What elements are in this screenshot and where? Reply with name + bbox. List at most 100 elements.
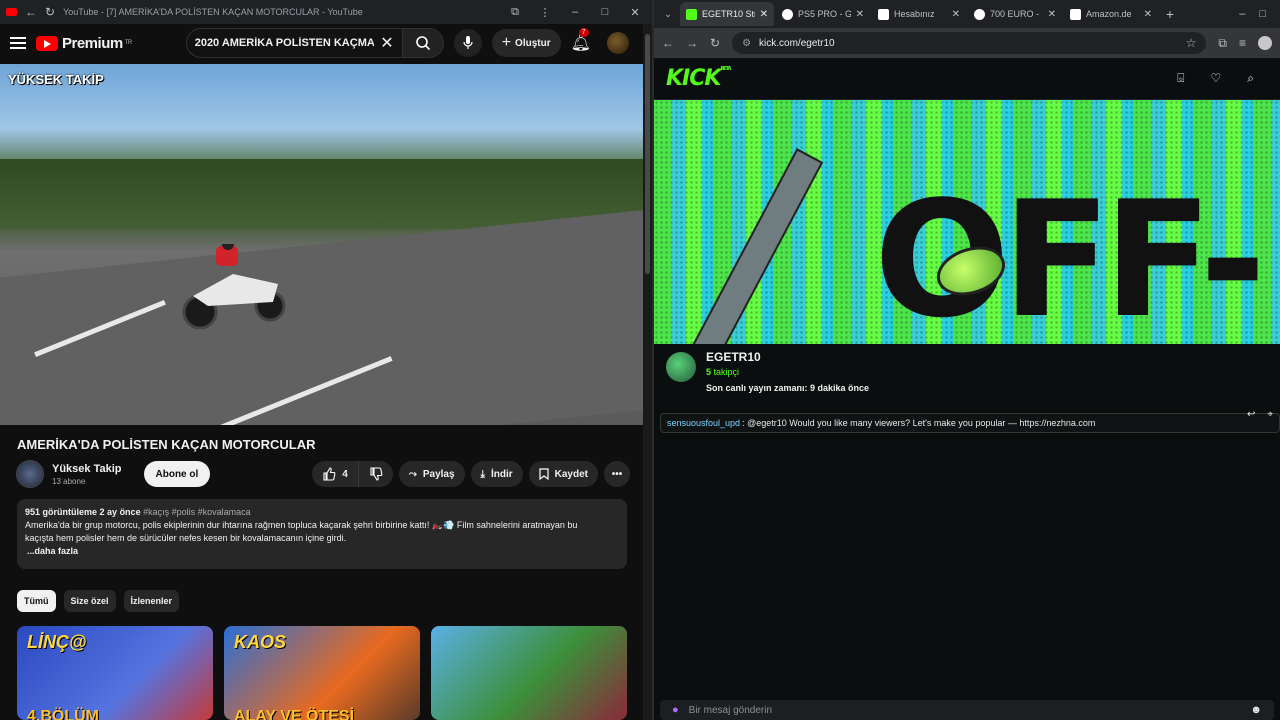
new-tab-button[interactable]: + — [1160, 6, 1180, 22]
tab-search-icon[interactable]: ⌄ — [658, 9, 678, 20]
show-more-link[interactable]: ...daha fazla — [27, 545, 619, 558]
subscribe-button[interactable]: Abone ol — [143, 461, 211, 487]
profile-avatar[interactable] — [1258, 36, 1272, 50]
close-tab-icon[interactable]: ✕ — [856, 9, 864, 20]
extensions-icon[interactable]: ⧉ — [1218, 36, 1227, 51]
video-description[interactable]: 951 görüntüleme 2 ay önce #kaçış #polis … — [17, 499, 627, 569]
maximize-button[interactable]: □ — [594, 6, 616, 18]
kick-window: ⌄ EGETR10 Str ✕ PS5 PRO - G ✕ Hesabınız … — [654, 0, 1280, 720]
back-icon[interactable]: ← — [25, 5, 37, 19]
share-icon: ⤳ — [408, 468, 417, 480]
reload-icon[interactable]: ↻ — [710, 36, 720, 50]
create-button[interactable]: + Oluştur — [491, 29, 561, 57]
minimize-button[interactable]: – — [564, 6, 586, 18]
kick-logo[interactable]: KICKBETA — [666, 66, 732, 91]
chat-username[interactable]: sensuousfoul_upd — [667, 418, 740, 428]
close-tab-icon[interactable]: ✕ — [760, 9, 768, 20]
reload-icon[interactable]: ↻ — [45, 5, 55, 19]
recommended-video-thumbnail[interactable]: KAOS ALAY VE ÖTESİ — [224, 626, 420, 720]
hashtags[interactable]: #kaçış #polis #kovalamaca — [143, 507, 251, 517]
channel-info: EGETR10 5 takipçi Son canlı yayın zamanı… — [666, 350, 869, 393]
motorcycle-figure — [182, 244, 286, 329]
thumbs-up-icon — [323, 467, 336, 481]
like-button[interactable]: 4 — [312, 461, 358, 487]
menu-kebab-icon[interactable]: ⋮ — [534, 6, 556, 19]
recommended-video-thumbnail[interactable] — [431, 626, 627, 720]
tab-egetr10[interactable]: EGETR10 Str ✕ — [680, 2, 774, 26]
search-input[interactable]: 2020 AMERİKA POLİSTEN KAÇMA MOTOR ✕ — [185, 28, 402, 58]
channel-avatar[interactable] — [16, 460, 44, 488]
save-button[interactable]: Kaydet — [528, 461, 598, 487]
google-favicon-icon — [974, 8, 985, 20]
video-player[interactable]: YÜKSEK TAKİP — [0, 64, 643, 425]
heart-icon[interactable]: ♡ — [1211, 71, 1222, 86]
download-button[interactable]: ⤓ İndir — [470, 461, 523, 487]
chip-all[interactable]: Tümü — [17, 590, 56, 612]
thumbnail-caption: KAOS — [234, 632, 287, 652]
follower-label: takipçi — [713, 367, 740, 377]
voice-search-button[interactable] — [453, 29, 482, 57]
forward-icon[interactable]: → — [686, 36, 698, 50]
account-avatar[interactable] — [606, 32, 629, 54]
menu-hamburger-icon[interactable] — [10, 37, 26, 49]
channel-name[interactable]: EGETR10 — [706, 350, 869, 364]
channel-name[interactable]: Yüksek Takip — [52, 463, 122, 475]
youtube-logo[interactable]: Premium TR — [36, 35, 132, 52]
close-tab-icon[interactable]: ✕ — [1048, 9, 1056, 20]
recommended-video-thumbnail[interactable]: LİNÇ@ 4.BÖLÜM — [17, 626, 213, 720]
view-count: 951 görüntüleme — [25, 507, 98, 517]
channel-avatar[interactable] — [666, 352, 696, 382]
site-info-icon[interactable]: ⚙ — [742, 38, 751, 49]
recommended-videos: LİNÇ@ 4.BÖLÜM KAOS ALAY VE ÖTESİ — [17, 626, 627, 720]
search-icon — [415, 36, 430, 51]
emoji-icon[interactable]: ☻ — [1250, 704, 1262, 716]
chat-placeholder: Bir mesaj gönderin — [688, 704, 773, 716]
description-text-line1: Amerika'da bir grup motorcu, polis ekipl… — [25, 520, 578, 530]
browser-tab-bar: ⌄ EGETR10 Str ✕ PS5 PRO - G ✕ Hesabınız … — [654, 0, 1280, 28]
tab-hesabiniz[interactable]: Hesabınız ✕ — [872, 2, 966, 26]
chip-watched[interactable]: İzlenenler — [123, 590, 180, 612]
reply-icon[interactable]: ↩ — [1247, 409, 1255, 420]
notifications-button[interactable]: 🔔︎ 7 — [571, 28, 591, 53]
search-icon[interactable]: ⌕ — [1247, 71, 1254, 86]
maximize-button[interactable]: □ — [1259, 8, 1266, 20]
pin-icon[interactable]: ⌖ — [1267, 409, 1273, 420]
description-text-line2: kaçışta hem polisler hem de sürücüler ne… — [25, 533, 347, 543]
bookmark-star-icon[interactable]: ☆ — [1186, 36, 1197, 50]
extensions-icon[interactable]: ⧉ — [504, 6, 526, 19]
share-label: Paylaş — [422, 468, 455, 480]
bookmark-icon — [539, 468, 549, 480]
kick-navbar: KICKBETA ⌺ ♡ ⌕ — [654, 58, 1280, 100]
more-actions-button[interactable]: ••• — [604, 461, 630, 487]
thumbnail-caption: 4.BÖLÜM — [27, 708, 99, 720]
search-button[interactable] — [401, 28, 444, 58]
close-tab-icon[interactable]: ✕ — [952, 9, 960, 20]
close-button[interactable]: ✕ — [624, 6, 646, 19]
tab-label: Amazon.de — [1086, 9, 1132, 19]
chip-for-you[interactable]: Size özel — [63, 590, 116, 612]
thumbnail-caption: ALAY VE ÖTESİ — [234, 708, 355, 720]
tab-amazon[interactable]: Amazon.de ✕ — [1064, 2, 1158, 26]
clear-search-icon[interactable]: ✕ — [380, 33, 393, 53]
google-favicon-icon — [782, 8, 793, 20]
address-bar[interactable]: ⚙ kick.com/egetr10 ☆ — [732, 32, 1207, 54]
chat-message[interactable]: sensuousfoul_upd : @egetr10 Would you li… — [660, 409, 1280, 433]
browser-toolbar: ← → ↻ ⚙ kick.com/egetr10 ☆ ⧉ ≡ — [654, 28, 1280, 58]
save-label: Kaydet — [554, 468, 588, 480]
browse-icon[interactable]: ⌺ — [1177, 71, 1184, 86]
back-icon[interactable]: ← — [662, 36, 674, 50]
reading-list-icon[interactable]: ≡ — [1239, 36, 1246, 50]
close-tab-icon[interactable]: ✕ — [1144, 9, 1152, 20]
page-scrollbar[interactable] — [643, 24, 652, 720]
dislike-button[interactable] — [357, 461, 393, 487]
youtube-window: ← ↻ YouTube - [7] AMERİKA'DA POLİSTEN KA… — [0, 0, 652, 720]
tab-ps5-pro[interactable]: PS5 PRO - G ✕ — [776, 2, 870, 26]
microphone-icon[interactable]: ● — [672, 704, 679, 716]
like-count: 4 — [342, 468, 348, 480]
share-button[interactable]: ⤳ Paylaş — [398, 461, 465, 487]
tab-700-euro[interactable]: 700 EURO - ✕ — [968, 2, 1062, 26]
amazon-favicon-icon — [1070, 8, 1081, 20]
channel-action-row: Yüksek Takip 13 abone Abone ol 4 ⤳ Payla… — [16, 460, 630, 488]
minimize-button[interactable]: – — [1239, 8, 1245, 20]
chat-input[interactable]: ● Bir mesaj gönderin ☻ — [660, 700, 1274, 720]
